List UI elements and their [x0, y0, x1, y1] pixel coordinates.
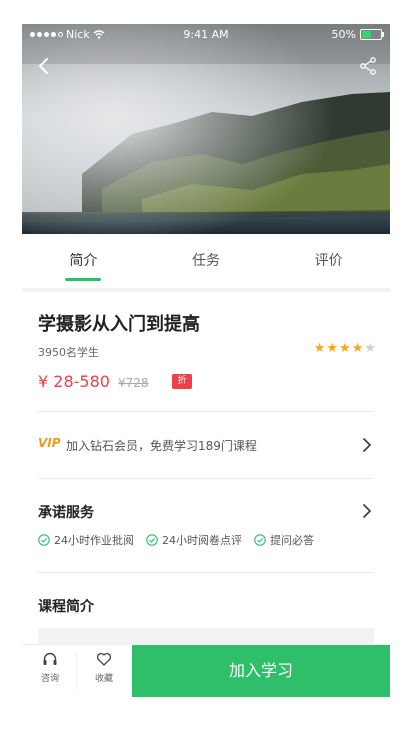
check-circle-icon	[254, 534, 266, 546]
tab-intro[interactable]: 简介	[22, 234, 145, 288]
battery-percent: 50%	[331, 28, 356, 41]
star-filled-icon: ★	[339, 341, 351, 356]
detail-tabs: 简介 任务 评价	[22, 234, 390, 292]
price: ¥ 28-580	[38, 372, 110, 391]
chevron-right-icon	[363, 438, 372, 452]
star-empty-icon: ★	[364, 341, 376, 356]
discount-badge: 折	[172, 374, 192, 389]
promise-label: 24小时阅卷点评	[162, 534, 242, 547]
service-title: 承诺服务	[38, 505, 94, 521]
rating-stars: ★ ★ ★ ★ ★	[314, 342, 376, 356]
original-price: ¥728	[118, 376, 149, 390]
divider	[38, 411, 374, 412]
intro-title: 课程简介	[38, 599, 94, 615]
vip-badge: VIP	[38, 436, 61, 450]
chevron-right-icon	[363, 504, 372, 518]
vip-membership-row[interactable]: VIP 加入钻石会员，免费学习189门课程	[38, 436, 374, 456]
divider	[38, 478, 374, 479]
bottom-action-bar: 咨询 收藏 加入学习	[22, 644, 390, 697]
course-title: 学摄影从入门到提高	[38, 314, 200, 335]
service-promises: 24小时作业批阅 24小时阅卷点评 提问必答	[38, 532, 314, 548]
star-filled-icon: ★	[326, 341, 339, 356]
promise-label: 提问必答	[270, 534, 314, 547]
vip-text: 加入钻石会员，免费学习189门课程	[66, 439, 257, 453]
promise-label: 24小时作业批阅	[54, 534, 134, 547]
check-circle-icon	[38, 534, 50, 546]
chevron-left-icon[interactable]	[34, 56, 54, 76]
favorite-label: 收藏	[94, 674, 113, 684]
share-icon[interactable]	[358, 56, 378, 76]
star-filled-icon: ★	[351, 341, 364, 356]
divider	[76, 653, 77, 689]
tab-reviews[interactable]: 评价	[267, 234, 390, 288]
status-bar: Nick 9:41 AM 50%	[22, 24, 390, 44]
favorite-button[interactable]: 收藏	[80, 651, 128, 684]
battery-icon	[360, 29, 384, 40]
promise-item: 提问必答	[254, 532, 314, 548]
app-screen: Nick 9:41 AM 50% 简介 任务 评价 学摄影从入门到提高 3950…	[22, 24, 390, 728]
consult-label: 咨询	[40, 674, 59, 684]
promise-item: 24小时作业批阅	[38, 532, 134, 548]
join-study-button[interactable]: 加入学习	[132, 645, 390, 697]
promise-item: 24小时阅卷点评	[146, 532, 242, 548]
headset-icon	[43, 652, 57, 665]
battery-group: 50%	[331, 28, 384, 41]
student-count: 3950名学生	[38, 346, 99, 359]
tab-tasks[interactable]: 任务	[145, 234, 268, 288]
landscape-photo	[22, 24, 390, 234]
heart-icon	[96, 652, 112, 666]
course-cover-image: Nick 9:41 AM 50%	[22, 24, 390, 234]
divider	[38, 572, 374, 573]
consult-button[interactable]: 咨询	[26, 651, 74, 684]
check-circle-icon	[146, 534, 158, 546]
star-filled-icon: ★	[313, 341, 326, 356]
